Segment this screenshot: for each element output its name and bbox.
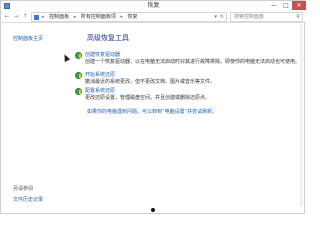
left-pane: 控制面板主页 另请参阅 文件历史记录: [1, 24, 61, 215]
file-history-link[interactable]: 文件历史记录: [13, 196, 43, 203]
back-button[interactable]: ←: [3, 13, 11, 21]
open-system-restore-link[interactable]: 开始系统还原: [85, 72, 115, 79]
main-content: 高级恢复工具 创建恢复驱动器 创建一个恢复驱动器，以在电脑无法启动时对其进行故障…: [75, 24, 300, 204]
shield-icon: [75, 72, 82, 79]
forward-button[interactable]: →: [12, 13, 20, 21]
watermark-dot: [151, 208, 155, 212]
breadcrumb-separator-icon: ▸: [73, 14, 77, 20]
up-button[interactable]: ↑: [21, 13, 29, 21]
control-panel-home-link[interactable]: 控制面板主页: [13, 35, 43, 42]
close-button[interactable]: ✕: [292, 1, 306, 10]
item-description: 撤消最近的系统更改，但不更改文档、图片或音乐等文件。: [85, 79, 216, 85]
see-also-label: 另请参阅: [13, 186, 34, 192]
breadcrumb-recovery[interactable]: 恢复: [128, 14, 138, 20]
breadcrumb: ▸ 控制面板 ▸ 所有控制面板项 ▸ 恢复: [42, 14, 141, 21]
title-bar: 恢复 — □ ✕: [1, 1, 306, 11]
search-placeholder: 搜索控制面板: [234, 14, 265, 20]
address-bar: ← → ↑ ▸ 控制面板 ▸ 所有控制面板项 ▸ 恢复 ▾ ↻ 搜索控制面板 ⚲: [1, 11, 306, 23]
shield-icon: [75, 88, 82, 95]
control-panel-icon: [34, 15, 39, 20]
configure-system-restore-link[interactable]: 配置系统还原: [85, 88, 115, 95]
shield-icon: [75, 52, 82, 59]
breadcrumb-separator-icon: ▸: [42, 14, 45, 20]
window-title: 恢复: [147, 2, 160, 9]
search-icon[interactable]: ⚲: [296, 14, 300, 21]
control-panel-window: 恢复 — □ ✕ ← → ↑ ▸ 控制面板 ▸ 所有控制面板项 ▸ 恢复 ▾ ↻…: [0, 0, 306, 215]
minimize-button[interactable]: —: [268, 1, 280, 10]
breadcrumb-separator-icon: ▸: [120, 14, 123, 20]
search-input[interactable]: 搜索控制面板 ⚲: [230, 12, 303, 22]
item-description: 创建一个恢复驱动器，以在电脑无法启动时对其进行故障排除。即使你的电脑无法启动也可…: [85, 59, 301, 65]
refresh-pc-link[interactable]: 如果你的电脑遇到问题，可以转到“电脑设置”并尝试刷新。: [87, 108, 217, 115]
create-recovery-drive-link[interactable]: 创建恢复驱动器: [85, 52, 120, 59]
scrollbar[interactable]: [300, 24, 303, 206]
page-title: 高级恢复工具: [87, 34, 129, 42]
refresh-icon[interactable]: ↻: [220, 14, 224, 21]
mouse-pointer-icon: [61, 53, 71, 62]
breadcrumb-all-items[interactable]: 所有控制面板项: [81, 14, 116, 20]
chevron-down-icon[interactable]: ▾: [214, 14, 217, 21]
maximize-button[interactable]: □: [280, 1, 292, 10]
address-field[interactable]: ▸ 控制面板 ▸ 所有控制面板项 ▸ 恢复 ▾ ↻: [31, 12, 227, 22]
breadcrumb-control-panel[interactable]: 控制面板: [49, 14, 69, 20]
item-description: 更改还原设置，管理磁盘空间，并且创建或删除还原点。: [85, 95, 211, 101]
